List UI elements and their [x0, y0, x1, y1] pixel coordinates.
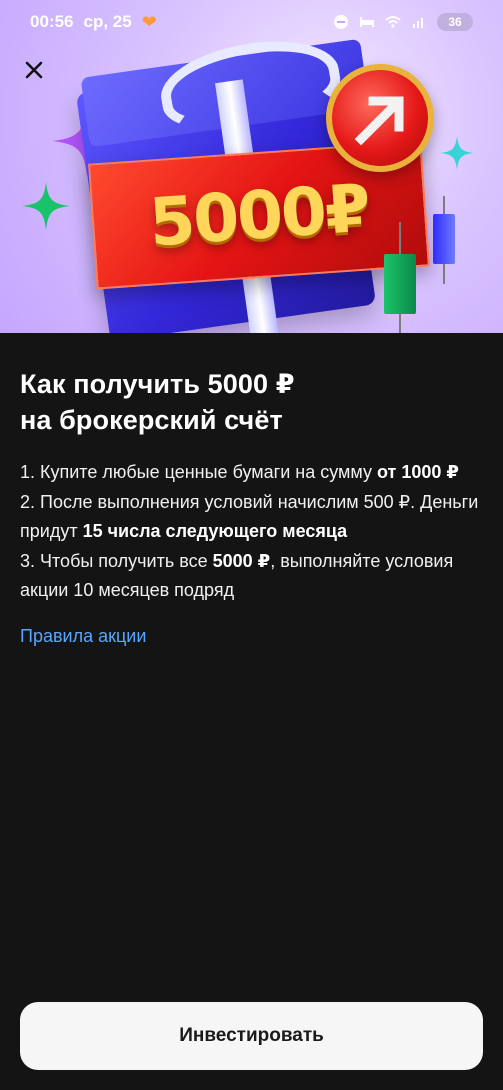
sparkle-cyan-icon — [440, 136, 474, 170]
promo-rules-link[interactable]: Правила акции — [20, 626, 146, 647]
step-3: 3. Чтобы получить все 5000 ₽, выполняйте… — [20, 547, 483, 606]
status-bar: 00:56 ср, 25 ❤ 36 — [0, 0, 503, 44]
status-date: ср, 25 — [83, 12, 132, 31]
candle-blue — [433, 214, 455, 264]
status-time: 00:56 — [30, 12, 74, 31]
invest-button[interactable]: Инвестировать — [20, 1002, 483, 1070]
step-3-highlight: 5000 ₽ — [212, 550, 271, 571]
heart-icon: ❤ — [141, 12, 157, 32]
signal-icon — [413, 18, 423, 28]
banner-amount: 5000₽ — [146, 168, 372, 262]
step-1-highlight: от 1000 ₽ — [377, 462, 459, 482]
step-1: 1. Купите любые ценные бумаги на сумму о… — [20, 458, 483, 488]
status-right: 36 — [333, 13, 473, 31]
step-1-text: 1. Купите любые ценные бумаги на сумму — [20, 462, 377, 482]
steps-list: 1. Купите любые ценные бумаги на сумму о… — [20, 458, 483, 606]
sparkle-green-icon — [22, 182, 70, 230]
invest-button-label: Инвестировать — [179, 1025, 324, 1046]
title-line-2: на брокерский счёт — [20, 405, 283, 435]
battery-indicator: 36 — [437, 13, 473, 31]
close-icon — [25, 61, 43, 79]
step-2: 2. После выполнения условий начислим 500… — [20, 488, 483, 547]
step-3-text: 3. Чтобы получить все — [20, 550, 213, 571]
dnd-icon — [334, 15, 348, 29]
arrow-up-right-icon — [354, 96, 404, 146]
wifi-icon — [385, 16, 401, 28]
arrow-coin — [326, 64, 434, 172]
title-line-1: Как получить 5000 ₽ — [20, 369, 295, 399]
status-left: 00:56 ср, 25 ❤ — [30, 12, 157, 32]
page-title: Как получить 5000 ₽ на брокерский счёт — [20, 366, 483, 438]
bed-icon — [360, 17, 374, 27]
candle-green — [384, 254, 416, 314]
promo-content: Как получить 5000 ₽ на брокерский счёт 1… — [20, 366, 483, 647]
step-2-highlight: 15 числа следующего месяца — [82, 521, 348, 541]
battery-level: 36 — [448, 15, 462, 29]
close-button[interactable] — [20, 56, 48, 84]
promo-banner: 00:56 ср, 25 ❤ 36 5000₽ — [0, 0, 503, 333]
